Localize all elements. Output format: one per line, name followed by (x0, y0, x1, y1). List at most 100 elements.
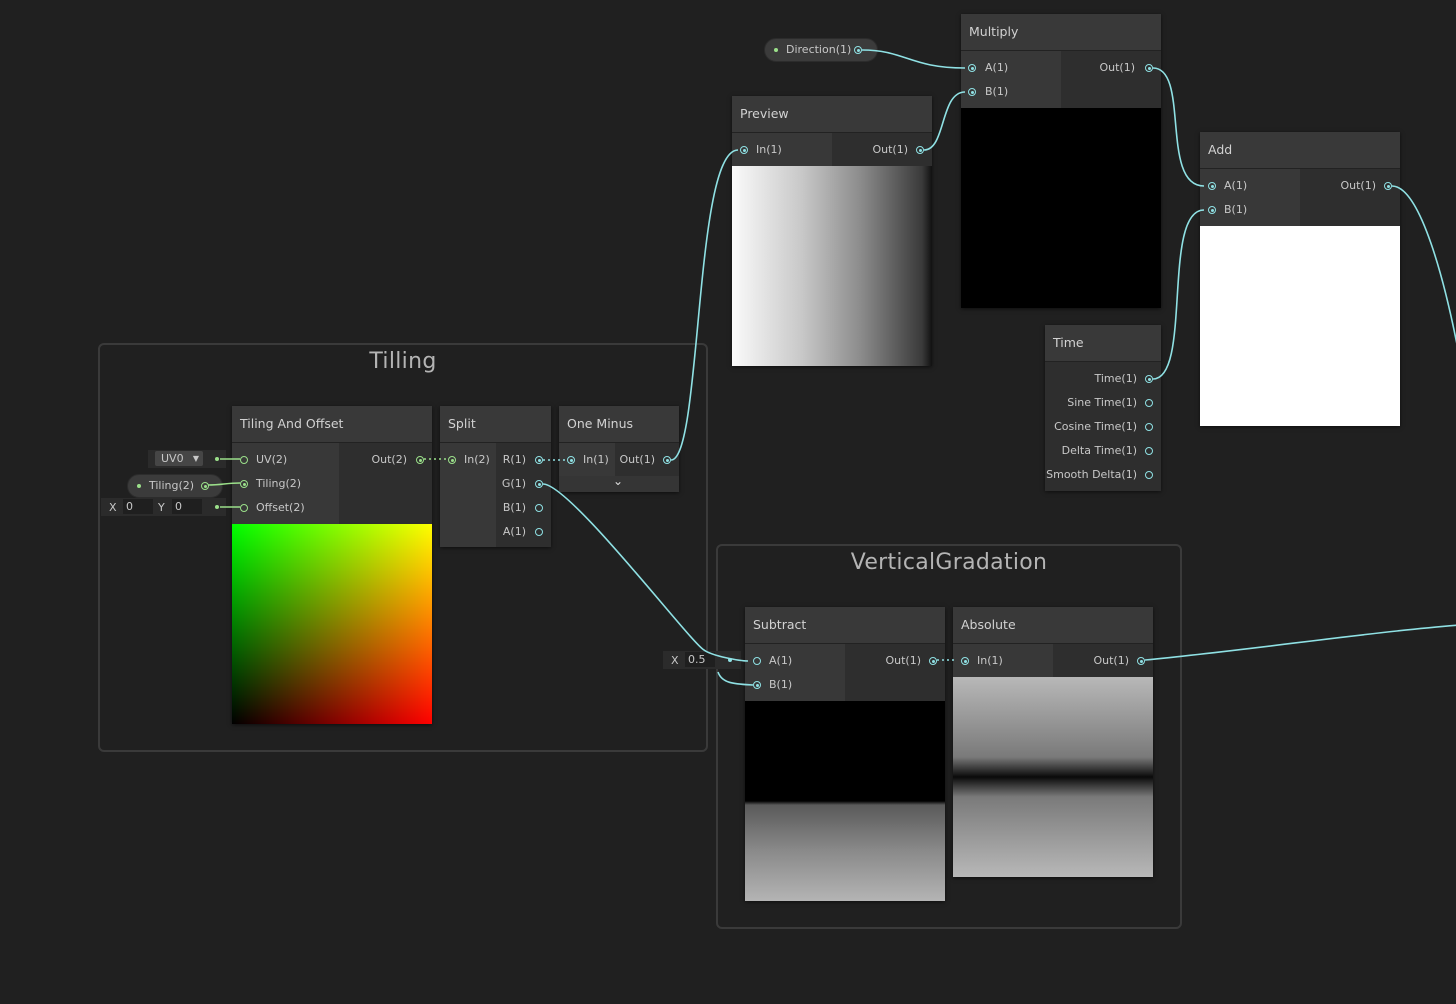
input-port[interactable]: In(1) (732, 138, 822, 162)
direction-property-node[interactable]: Direction(1) (764, 38, 878, 62)
port-connector[interactable] (1145, 471, 1153, 479)
port-label: A(1) (502, 525, 526, 538)
output-port[interactable] (201, 482, 209, 490)
tiling-and-offset-node[interactable]: Tiling And Offset UV(2) Tiling(2) Offset… (232, 406, 432, 724)
output-port-g[interactable]: G(1) (496, 472, 551, 496)
output-port-time[interactable]: Time(1) (1045, 367, 1161, 391)
node-title[interactable]: Add (1200, 132, 1400, 169)
absolute-node[interactable]: Absolute In(1) Out(1) (953, 607, 1153, 877)
port-connector[interactable] (448, 456, 456, 464)
node-title[interactable]: Split (440, 406, 551, 443)
port-connector[interactable] (535, 456, 543, 464)
port-connector[interactable] (1145, 399, 1153, 407)
port-connector[interactable] (1208, 206, 1216, 214)
multiply-node[interactable]: Multiply A(1) B(1) Out(1) (961, 14, 1161, 308)
port-label: G(1) (501, 477, 526, 490)
uv-channel-dropdown[interactable]: UV0 ▼ (148, 450, 226, 468)
port-connector[interactable] (961, 657, 969, 665)
port-connector[interactable] (240, 504, 248, 512)
port-connector[interactable] (740, 146, 748, 154)
offset-y-field[interactable]: 0 (172, 499, 202, 514)
port-connector[interactable] (753, 681, 761, 689)
output-port-r[interactable]: R(1) (496, 448, 551, 472)
group-title[interactable]: VerticalGradation (718, 550, 1180, 575)
output-port-b[interactable]: B(1) (496, 496, 551, 520)
output-port-delta-time[interactable]: Delta Time(1) (1045, 439, 1161, 463)
input-port-a[interactable]: A(1) (961, 56, 1051, 80)
input-port-offset[interactable]: Offset(2) (232, 496, 339, 520)
input-port-b[interactable]: B(1) (961, 80, 1051, 104)
output-port[interactable]: Out(1) (1053, 649, 1153, 673)
expand-preview-button[interactable]: ⌄ (559, 474, 679, 492)
offset-output-port[interactable] (215, 505, 219, 509)
subtract-node[interactable]: Subtract A(1) B(1) Out(1) (745, 607, 945, 901)
port-connector[interactable] (240, 456, 248, 464)
port-connector[interactable] (535, 528, 543, 536)
preview-node[interactable]: Preview In(1) Out(1) (732, 96, 932, 366)
input-port[interactable]: In(1) (559, 448, 615, 472)
port-label: R(1) (502, 453, 526, 466)
input-port-uv[interactable]: UV(2) (232, 448, 339, 472)
port-connector[interactable] (1137, 657, 1145, 665)
port-connector[interactable] (1145, 375, 1153, 383)
output-port[interactable] (854, 46, 862, 54)
node-title[interactable]: Multiply (961, 14, 1161, 51)
node-title[interactable]: Subtract (745, 607, 945, 644)
port-label: In(1) (583, 453, 609, 466)
port-connector[interactable] (1384, 182, 1392, 190)
port-connector[interactable] (968, 64, 976, 72)
node-title[interactable]: Tiling And Offset (232, 406, 432, 443)
port-connector[interactable] (567, 456, 575, 464)
one-minus-node[interactable]: One Minus In(1) Out(1) ⌄ (559, 406, 679, 492)
port-connector[interactable] (1145, 64, 1153, 72)
group-title[interactable]: Tilling (100, 349, 706, 374)
output-ports: Out(1) (832, 133, 932, 166)
output-port[interactable]: Out(1) (1300, 174, 1400, 198)
output-port-smooth-delta[interactable]: Smooth Delta(1) (1045, 463, 1161, 487)
port-connector[interactable] (1145, 423, 1153, 431)
tiling-property-node[interactable]: Tiling(2) (127, 474, 223, 498)
port-connector[interactable] (1208, 182, 1216, 190)
offset-vector-input[interactable]: X 0 Y 0 (101, 498, 226, 516)
port-label: Tiling(2) (256, 477, 302, 490)
output-port[interactable]: Out(2) (339, 448, 432, 472)
subtract-b-output-port[interactable] (728, 658, 732, 662)
output-port[interactable]: Out(1) (845, 649, 945, 673)
port-connector[interactable] (663, 456, 671, 464)
node-title[interactable]: Time (1045, 325, 1161, 362)
output-port[interactable]: Out(1) (1061, 56, 1161, 80)
uv-channel-select[interactable]: UV0 ▼ (155, 451, 203, 466)
input-port-a[interactable]: A(1) (1200, 174, 1290, 198)
port-connector[interactable] (968, 88, 976, 96)
node-title[interactable]: Absolute (953, 607, 1153, 644)
port-connector[interactable] (535, 480, 543, 488)
output-port-cosine-time[interactable]: Cosine Time(1) (1045, 415, 1161, 439)
port-connector[interactable] (929, 657, 937, 665)
port-connector[interactable] (535, 504, 543, 512)
port-connector[interactable] (416, 456, 424, 464)
port-connector[interactable] (753, 657, 761, 665)
node-title[interactable]: One Minus (559, 406, 679, 443)
subtract-b-field[interactable]: 0.5 (685, 652, 715, 667)
input-port-tiling[interactable]: Tiling(2) (232, 472, 339, 496)
port-connector[interactable] (240, 480, 248, 488)
add-node[interactable]: Add A(1) B(1) Out(1) (1200, 132, 1400, 426)
output-port-a[interactable]: A(1) (496, 520, 551, 544)
node-title[interactable]: Preview (732, 96, 932, 133)
input-port-b[interactable]: B(1) (1200, 198, 1290, 222)
input-port-a[interactable]: A(1) (745, 649, 838, 673)
split-node[interactable]: Split In(2) R(1) G(1) B(1) A(1) (440, 406, 551, 547)
subtract-b-input[interactable]: X 0.5 (663, 651, 741, 669)
output-port[interactable]: Out(1) (615, 448, 679, 472)
port-connector[interactable] (916, 146, 924, 154)
input-port-b[interactable]: B(1) (745, 673, 838, 697)
offset-x-field[interactable]: 0 (123, 499, 153, 514)
uv-output-port[interactable] (215, 457, 219, 461)
port-connector[interactable] (1145, 447, 1153, 455)
time-node[interactable]: Time Time(1) Sine Time(1) Cosine Time(1)… (1045, 325, 1161, 491)
output-port-sine-time[interactable]: Sine Time(1) (1045, 391, 1161, 415)
input-port[interactable]: In(1) (953, 649, 1048, 673)
output-port[interactable]: Out(1) (832, 138, 932, 162)
input-port[interactable]: In(2) (440, 448, 496, 472)
port-label: Out(1) (1099, 61, 1135, 74)
